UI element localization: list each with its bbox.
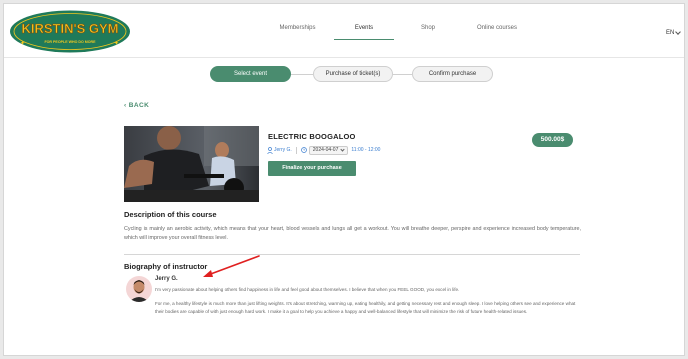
clock-icon (300, 147, 307, 153)
event-title: ELECTRIC BOOGALOO (268, 132, 356, 141)
event-meta: Jerry G. 2024-04-07 11:00 - 12:00 (267, 145, 380, 155)
gym-logo[interactable]: KIRSTIN'S GYM FOR PEOPLE WHO DO MORE ✦ ✦ (8, 9, 132, 54)
instructor-avatar (126, 276, 152, 302)
main-nav: Memberships Events Shop Online courses (266, 24, 535, 42)
step-purchase-tickets[interactable]: Purchase of ticket(s) (313, 66, 393, 82)
annotation-arrow (203, 255, 260, 277)
price-badge: 500.00$ (532, 133, 573, 147)
meta-divider (295, 146, 297, 154)
biography-intro: I'm very passionate about helping others… (155, 287, 460, 292)
step-confirm-purchase[interactable]: Confirm purchase (412, 66, 493, 82)
language-label: EN (666, 30, 675, 36)
user-icon (267, 146, 273, 154)
chevron-down-icon (340, 146, 345, 152)
date-select[interactable]: 2024-04-07 (308, 145, 349, 155)
svg-text:✦: ✦ (20, 40, 25, 47)
chevron-down-icon (675, 29, 682, 35)
section-divider (124, 254, 580, 255)
back-label: BACK (128, 102, 150, 109)
step-select-event[interactable]: Select event (210, 66, 291, 82)
back-link[interactable]: ‹ BACK (124, 102, 149, 109)
nav-shop[interactable]: Shop (401, 24, 455, 40)
event-photo (124, 126, 259, 202)
nav-online-courses[interactable]: Online courses (459, 24, 535, 40)
instructor-link[interactable]: Jerry G. (274, 147, 292, 153)
event-time: 11:00 - 12:00 (351, 147, 381, 153)
step-connector (291, 74, 313, 75)
instructor-name: Jerry G. (155, 276, 178, 282)
logo-title: KIRSTIN'S GYM (22, 21, 119, 36)
svg-text:✦: ✦ (114, 40, 119, 47)
nav-memberships[interactable]: Memberships (266, 24, 329, 40)
language-selector[interactable]: EN (666, 29, 682, 36)
biography-text: For me, a healthy lifestyle is much more… (155, 301, 576, 314)
logo-subtitle: FOR PEOPLE WHO DO MORE (44, 40, 96, 44)
description-text: Cycling is mainly an aerobic activity, w… (124, 226, 581, 241)
date-value: 2024-04-07 (312, 147, 339, 153)
step-connector (393, 74, 412, 75)
site-header: KIRSTIN'S GYM FOR PEOPLE WHO DO MORE ✦ ✦… (4, 4, 684, 58)
description-heading: Description of this course (124, 210, 217, 219)
nav-events[interactable]: Events (334, 24, 394, 40)
biography-heading: Biography of instructor (124, 262, 208, 271)
finalize-purchase-button[interactable]: Finalize your purchase (268, 161, 356, 176)
page: KIRSTIN'S GYM FOR PEOPLE WHO DO MORE ✦ ✦… (3, 3, 685, 356)
